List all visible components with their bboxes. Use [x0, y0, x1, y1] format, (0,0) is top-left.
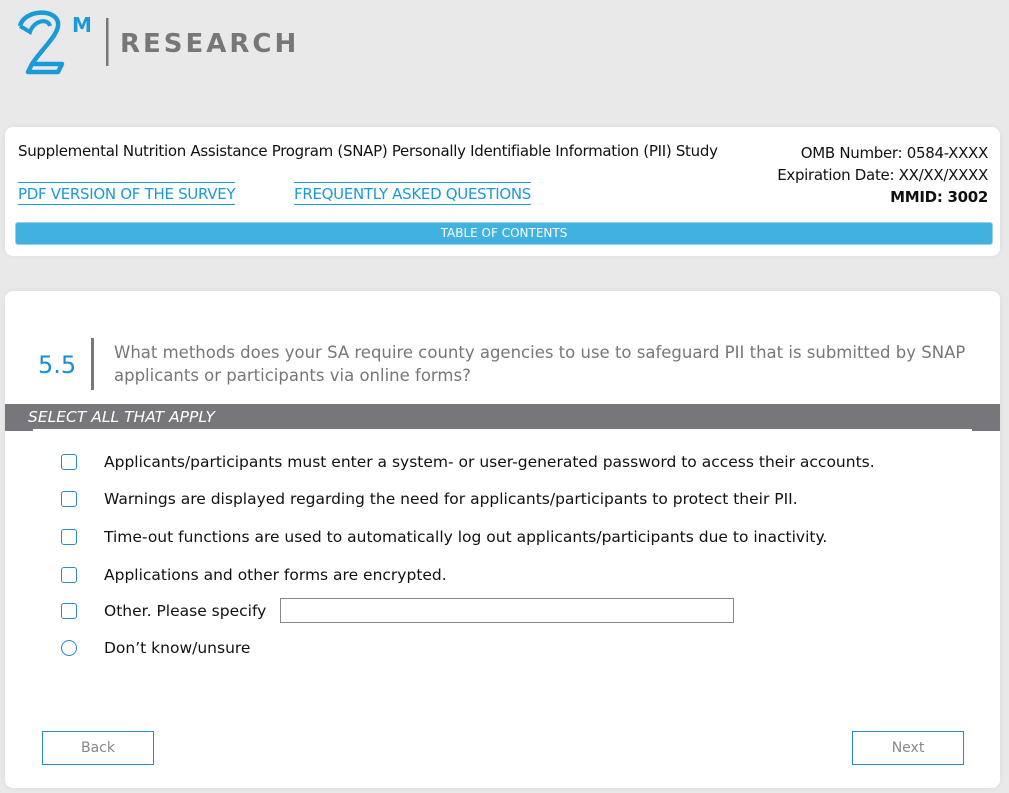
- question-text: What methods does your SA require county…: [114, 343, 966, 385]
- svg-text:RESEARCH: RESEARCH: [120, 29, 294, 59]
- survey-meta: OMB Number: 0584-XXXX Expiration Date: X…: [777, 142, 988, 208]
- checkbox[interactable]: [61, 454, 77, 470]
- checkbox[interactable]: [61, 529, 77, 545]
- option-label: Applicants/participants must enter a sys…: [104, 453, 875, 471]
- option-label: Applications and other forms are encrypt…: [104, 566, 447, 584]
- other-specify-input[interactable]: [280, 598, 734, 623]
- question-number: 5.5: [38, 351, 77, 379]
- option-label: Don’t know/unsure: [104, 639, 251, 657]
- mmid: MMID: 3002: [890, 188, 988, 206]
- option-label: Time-out functions are used to automatic…: [104, 528, 828, 546]
- 2m-research-logo: M RESEARCH: [17, 10, 294, 75]
- faq-link[interactable]: FREQUENTLY ASKED QUESTIONS: [294, 182, 531, 205]
- option-other[interactable]: Other. Please specify: [61, 600, 266, 622]
- pdf-version-link[interactable]: PDF VERSION OF THE SURVEY: [18, 182, 236, 205]
- expiration-date: Expiration Date: XX/XX/XXXX: [777, 166, 988, 184]
- instruction-band: SELECT ALL THAT APPLY: [5, 404, 1000, 431]
- option-label: Other. Please specify: [104, 602, 267, 620]
- option-timeout[interactable]: Time-out functions are used to automatic…: [61, 526, 827, 548]
- back-button[interactable]: Back: [42, 731, 154, 765]
- study-title: Supplemental Nutrition Assistance Progra…: [18, 142, 718, 160]
- option-label: Warnings are displayed regarding the nee…: [104, 490, 798, 508]
- question-card: 5.5 What methods does your SA require co…: [5, 291, 1000, 788]
- checkbox[interactable]: [61, 567, 77, 583]
- option-warnings[interactable]: Warnings are displayed regarding the nee…: [61, 488, 798, 510]
- instruction-text: SELECT ALL THAT APPLY: [28, 408, 215, 426]
- next-button[interactable]: Next: [852, 731, 964, 765]
- radio-button[interactable]: [61, 640, 77, 656]
- option-dont-know[interactable]: Don’t know/unsure: [61, 637, 250, 659]
- svg-text:M: M: [72, 13, 92, 37]
- divider: [91, 338, 94, 390]
- omb-number: OMB Number: 0584-XXXX: [800, 144, 989, 162]
- table-of-contents-button[interactable]: TABLE OF CONTENTS: [15, 222, 993, 245]
- checkbox[interactable]: [61, 491, 77, 507]
- option-encrypted[interactable]: Applications and other forms are encrypt…: [61, 564, 447, 586]
- checkbox[interactable]: [61, 603, 77, 619]
- option-password[interactable]: Applicants/participants must enter a sys…: [61, 451, 875, 473]
- survey-header: Supplemental Nutrition Assistance Progra…: [5, 127, 1000, 256]
